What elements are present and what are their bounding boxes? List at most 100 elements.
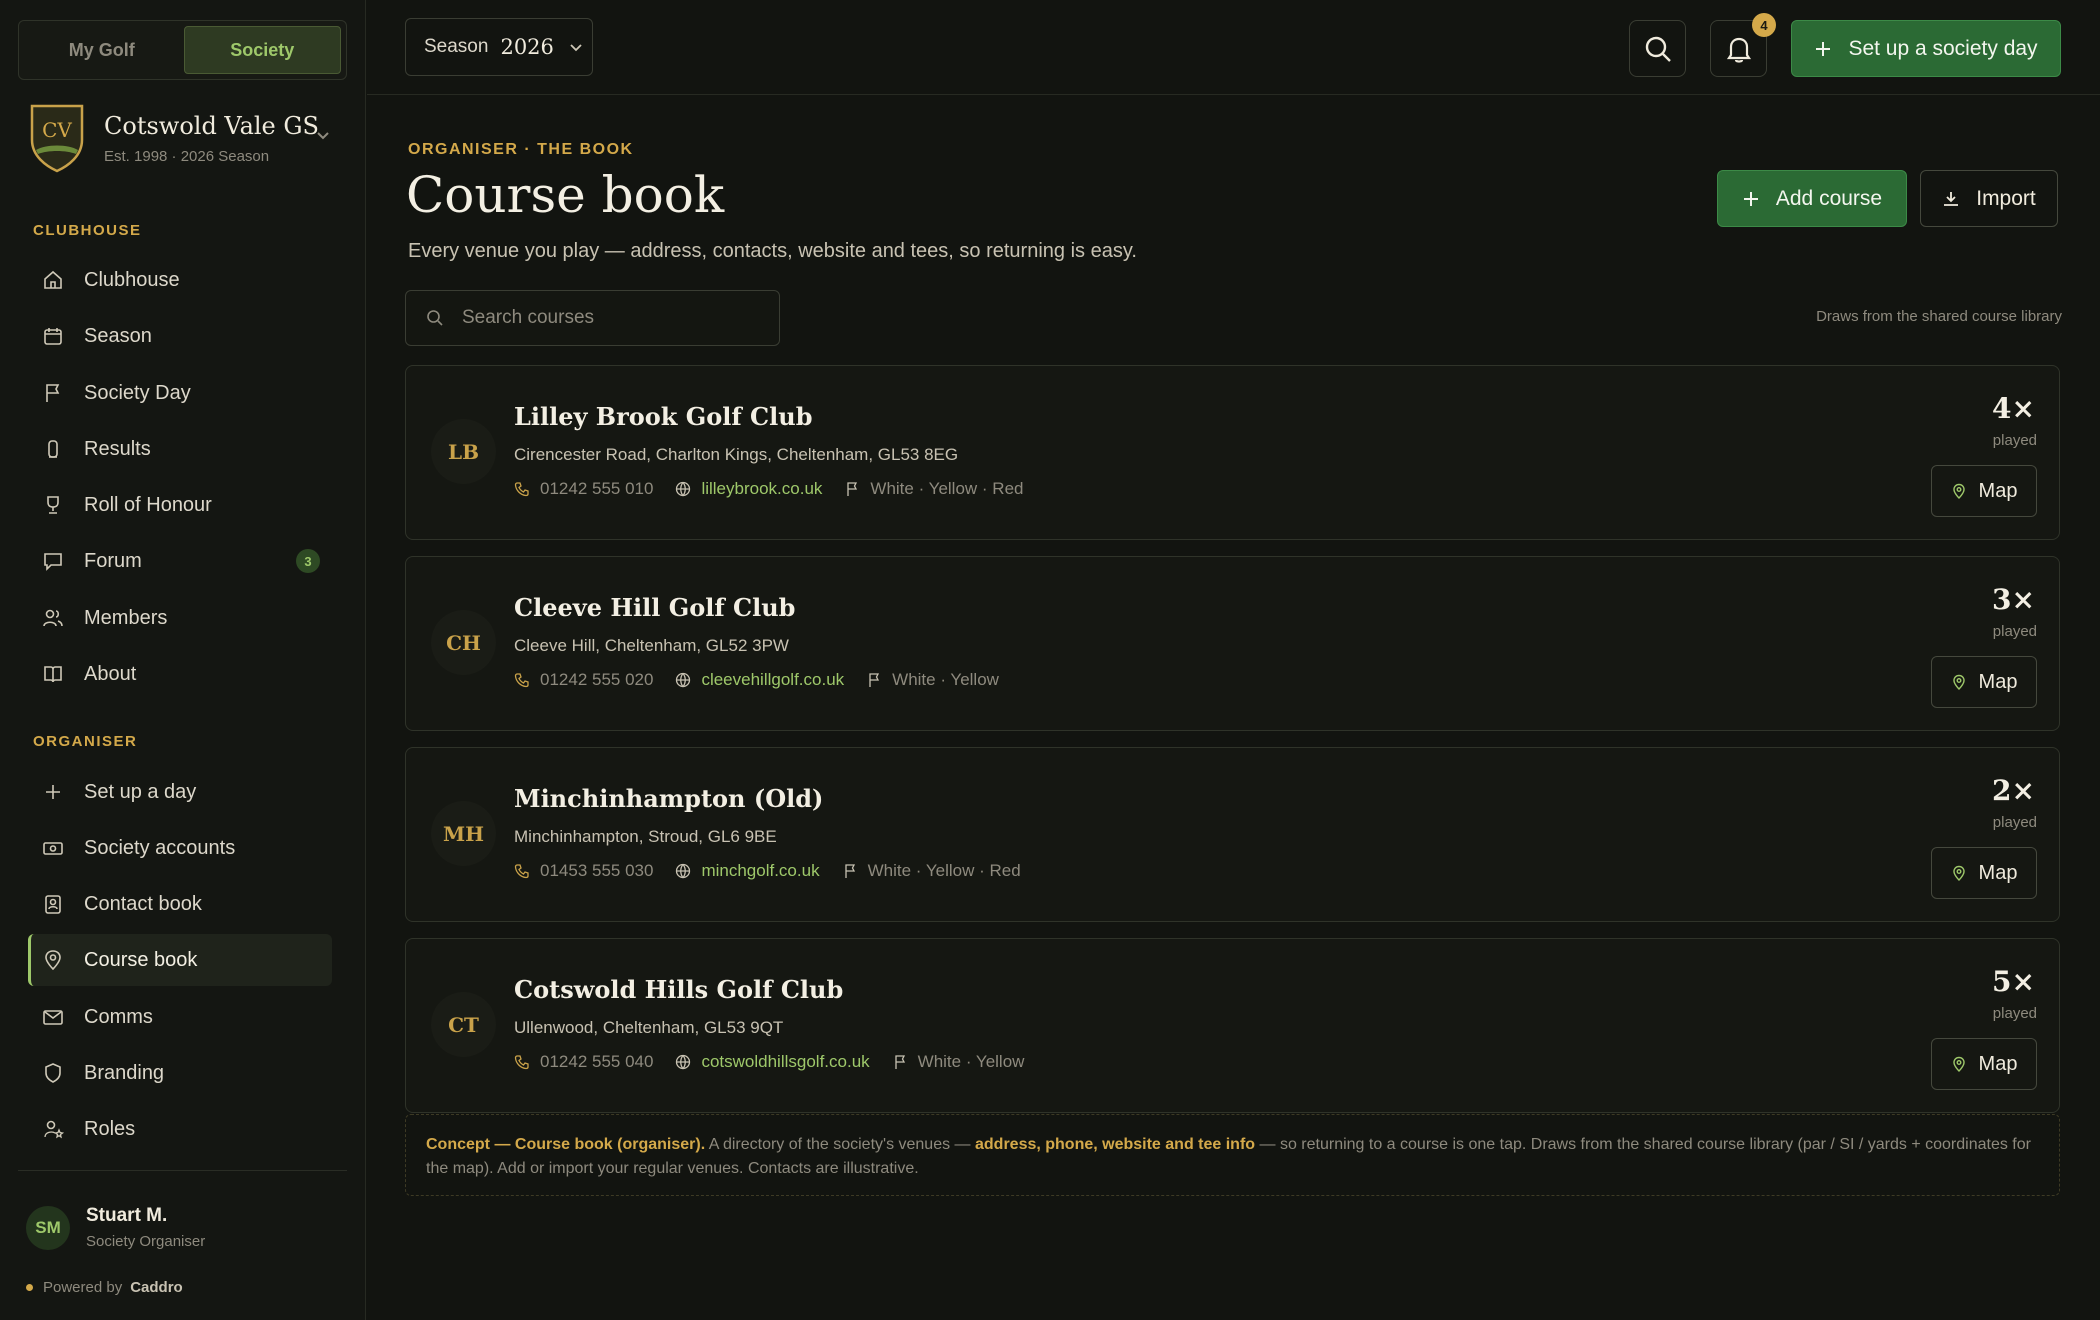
search-button[interactable] bbox=[1629, 20, 1686, 77]
course-meta: 01242 555 020 cleevehillgolf.co.uk White… bbox=[514, 670, 1021, 690]
sidebar-item-branding[interactable]: Branding bbox=[28, 1047, 332, 1099]
flag-icon bbox=[895, 1055, 905, 1069]
download-icon bbox=[1944, 191, 1959, 206]
phone-icon bbox=[514, 482, 529, 497]
course-address: Cirencester Road, Charlton Kings, Chelte… bbox=[514, 445, 959, 464]
user-star-icon bbox=[44, 1120, 64, 1139]
contact-icon bbox=[45, 895, 61, 914]
flag-icon bbox=[844, 864, 855, 878]
played-count: 3× bbox=[1992, 583, 2035, 616]
course-name[interactable]: Minchinhampton (Old) bbox=[514, 784, 823, 813]
page-eyebrow: ORGANISER · THE BOOK bbox=[408, 141, 634, 158]
user-name: Stuart M. bbox=[86, 1205, 168, 1226]
played-label: played bbox=[1992, 623, 2037, 640]
map-button[interactable]: Map bbox=[1931, 1038, 2037, 1090]
society-tab[interactable]: Society bbox=[183, 26, 341, 74]
sidebar-item-members[interactable]: Members bbox=[28, 592, 332, 644]
sidebar-item-comms[interactable]: Comms bbox=[28, 991, 332, 1043]
course-phone[interactable]: 01242 555 040 bbox=[514, 1052, 653, 1072]
flag-icon bbox=[847, 482, 858, 496]
society-subtitle: Est. 1998 · 2026 Season bbox=[104, 147, 270, 165]
bell-icon bbox=[1726, 37, 1751, 63]
plus-icon bbox=[1743, 191, 1758, 206]
globe-icon bbox=[676, 672, 691, 688]
map-button[interactable]: Map bbox=[1931, 847, 2037, 899]
cash-icon bbox=[43, 842, 63, 855]
played-label: played bbox=[1992, 1005, 2037, 1022]
course-website[interactable]: lilleybrook.co.uk bbox=[675, 479, 822, 499]
course-name[interactable]: Cotswold Hills Golf Club bbox=[514, 975, 843, 1004]
played-count: 5× bbox=[1992, 965, 2035, 998]
course-tees: White · Yellow bbox=[866, 670, 999, 690]
course-phone[interactable]: 01242 555 010 bbox=[514, 479, 653, 499]
notification-count-badge: 4 bbox=[1752, 13, 1776, 37]
avatar: SM bbox=[26, 1205, 70, 1250]
course-tees: White · Yellow · Red bbox=[842, 861, 1021, 881]
search-courses-field[interactable] bbox=[405, 290, 780, 346]
course-meta: 01242 555 040 cotswoldhillsgolf.co.uk Wh… bbox=[514, 1052, 1046, 1072]
map-button[interactable]: Map bbox=[1931, 465, 2037, 517]
powered-by: Powered by Caddro bbox=[26, 1279, 183, 1296]
import-button[interactable]: Import bbox=[1920, 170, 2058, 227]
my-golf-tab[interactable]: My Golf bbox=[24, 26, 180, 74]
sidebar-item-forum[interactable]: Forum 3 bbox=[28, 535, 332, 587]
user-profile[interactable]: SM Stuart M. Society Organiser bbox=[26, 1205, 205, 1250]
concept-note: Concept — Course book (organiser). A dir… bbox=[405, 1114, 2060, 1196]
played-count: 4× bbox=[1992, 392, 2035, 425]
sidebar-item-season[interactable]: Season bbox=[28, 310, 332, 362]
search-courses-input[interactable] bbox=[462, 307, 762, 329]
phone-icon bbox=[514, 673, 529, 688]
sidebar-item-roles[interactable]: Roles bbox=[28, 1103, 332, 1155]
shield-icon bbox=[45, 1063, 61, 1083]
pin-icon bbox=[1952, 1056, 1965, 1072]
pin-icon bbox=[1952, 483, 1965, 499]
phone-icon bbox=[514, 864, 529, 879]
flag-icon bbox=[869, 673, 880, 687]
add-course-button[interactable]: Add course bbox=[1717, 170, 1907, 227]
chevron-down-icon bbox=[570, 44, 582, 52]
phone-icon bbox=[514, 1055, 529, 1070]
season-select[interactable]: Season 2026 bbox=[405, 18, 593, 76]
chevron-down-icon bbox=[317, 132, 329, 140]
sidebar: My Golf Society CV Cotswold Vale GS Est.… bbox=[0, 0, 366, 1320]
pin-icon bbox=[1952, 865, 1965, 881]
trophy-icon bbox=[48, 440, 58, 458]
search-icon bbox=[1645, 36, 1671, 62]
map-button[interactable]: Map bbox=[1931, 656, 2037, 708]
course-name[interactable]: Lilley Brook Golf Club bbox=[514, 402, 812, 431]
clubhouse-section-label: CLUBHOUSE bbox=[33, 222, 142, 239]
sidebar-item-roll-of-honour[interactable]: Roll of Honour bbox=[28, 479, 332, 531]
course-website[interactable]: cotswoldhillsgolf.co.uk bbox=[675, 1052, 870, 1072]
user-role: Society Organiser bbox=[86, 1233, 206, 1250]
home-icon bbox=[44, 270, 62, 289]
sidebar-item-society-day[interactable]: Society Day bbox=[28, 367, 332, 419]
sidebar-item-clubhouse[interactable]: Clubhouse bbox=[28, 254, 332, 306]
notifications-button[interactable]: 4 bbox=[1710, 13, 1776, 77]
set-up-society-day-button[interactable]: Set up a society day bbox=[1791, 20, 2061, 77]
course-website[interactable]: cleevehillgolf.co.uk bbox=[675, 670, 844, 690]
sidebar-item-about[interactable]: About bbox=[28, 648, 332, 700]
played-label: played bbox=[1992, 814, 2037, 831]
sidebar-item-contact-book[interactable]: Contact book bbox=[28, 878, 332, 930]
globe-icon bbox=[676, 863, 691, 879]
library-note: Draws from the shared course library bbox=[1816, 308, 2062, 325]
course-address: Minchinhampton, Stroud, GL6 9BE bbox=[514, 827, 777, 846]
flag-icon bbox=[46, 384, 60, 402]
society-name: Cotswold Vale GS bbox=[104, 111, 319, 140]
sidebar-item-set-up-a-day[interactable]: Set up a day bbox=[28, 766, 332, 818]
svg-text:CV: CV bbox=[42, 118, 72, 142]
course-phone[interactable]: 01453 555 030 bbox=[514, 861, 653, 881]
society-switcher[interactable]: CV Cotswold Vale GS Est. 1998 · 2026 Sea… bbox=[28, 100, 338, 176]
course-website[interactable]: minchgolf.co.uk bbox=[675, 861, 820, 881]
course-phone[interactable]: 01242 555 020 bbox=[514, 670, 653, 690]
course-meta: 01453 555 030 minchgolf.co.uk White · Ye… bbox=[514, 861, 1043, 881]
sidebar-item-course-book[interactable]: Course book bbox=[28, 934, 332, 986]
book-icon bbox=[44, 666, 62, 683]
course-monogram: LB bbox=[431, 419, 496, 484]
course-name[interactable]: Cleeve Hill Golf Club bbox=[514, 593, 795, 622]
mail-icon bbox=[43, 1010, 63, 1025]
pin-icon bbox=[1952, 674, 1965, 690]
organiser-section-label: ORGANISER bbox=[33, 733, 138, 750]
sidebar-item-society-accounts[interactable]: Society accounts bbox=[28, 822, 332, 874]
sidebar-item-results[interactable]: Results bbox=[28, 423, 332, 475]
